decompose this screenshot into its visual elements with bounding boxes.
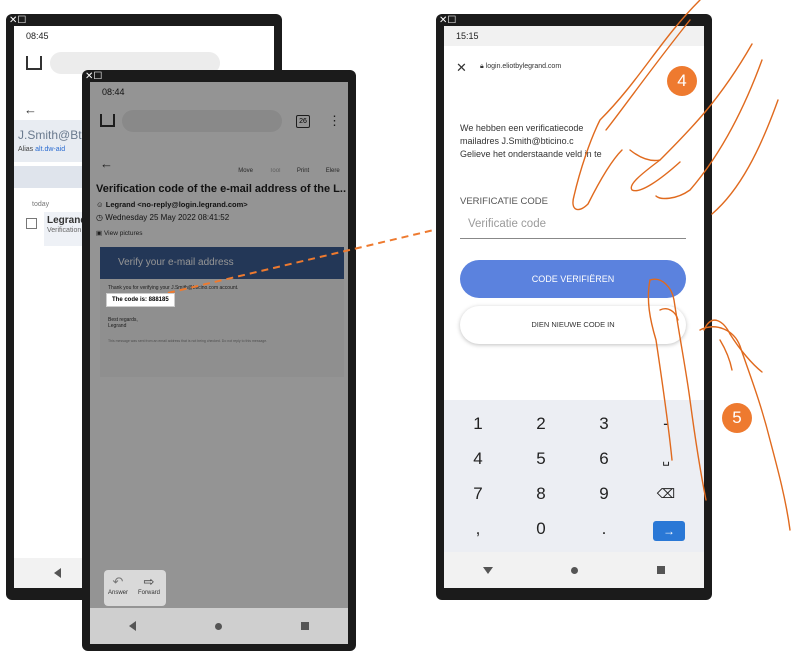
email-code: The code is: 888185 [106,293,175,307]
step-5-badge: 5 [722,403,752,433]
hand-illustrations [572,0,791,531]
hand-bottom-outline [649,278,707,501]
step-4-badge: 4 [667,66,697,96]
